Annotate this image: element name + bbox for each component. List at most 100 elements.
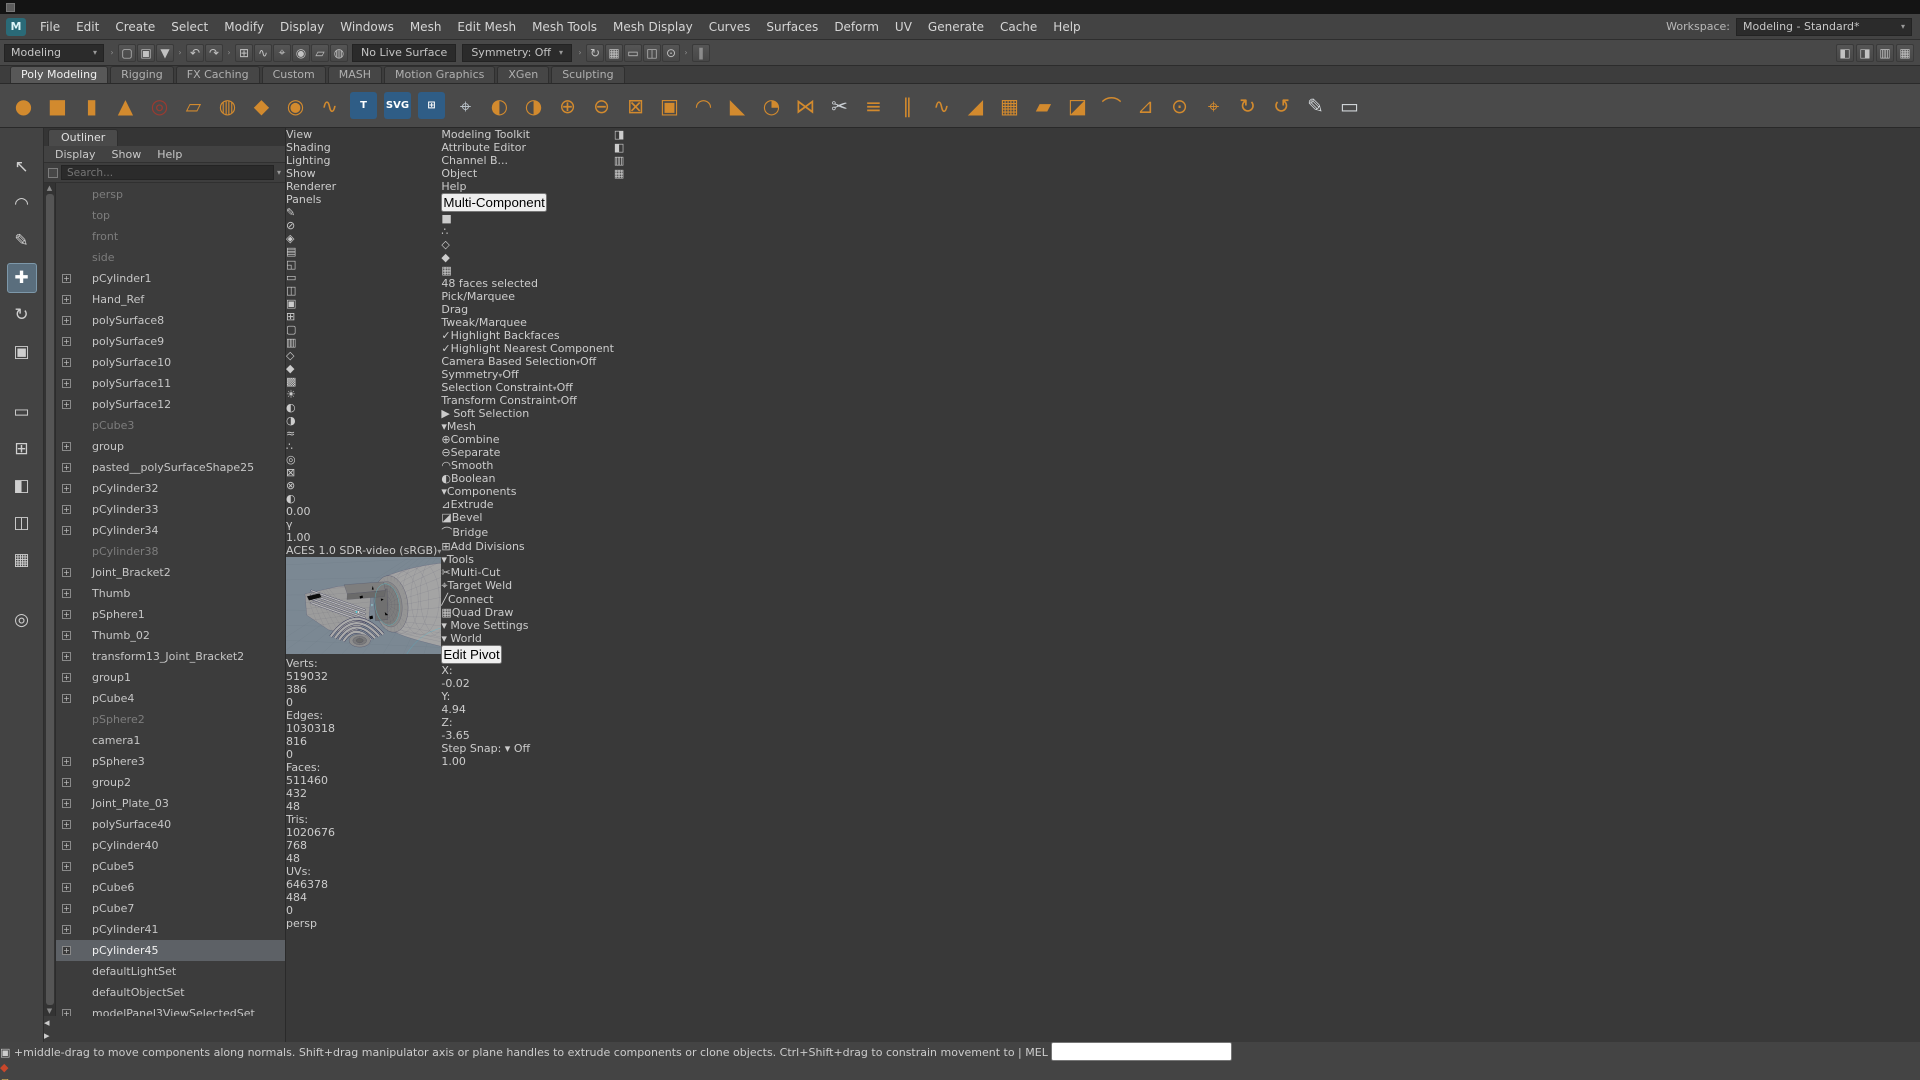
scale-tool-icon[interactable]: ▣: [7, 337, 37, 367]
poly-cube-icon[interactable]: ■: [42, 90, 73, 121]
pause-viewport-icon[interactable]: ∥: [692, 44, 710, 62]
reverse-normals-icon[interactable]: ↺: [1266, 90, 1297, 121]
outliner-item-pcube6[interactable]: +pCube6: [56, 877, 285, 898]
edge-mode-icon[interactable]: ◇: [441, 238, 614, 251]
xray-joints-icon[interactable]: ⊗: [286, 479, 441, 492]
object-mode-icon[interactable]: ■: [441, 212, 614, 225]
outliner-hscrollbar[interactable]: ◂ ▸: [44, 1016, 285, 1042]
shelf-tab-fx-caching[interactable]: FX Caching: [176, 66, 260, 83]
camera-lock-icon[interactable]: ⊘: [286, 219, 441, 232]
axis-value-field[interactable]: 4.94: [441, 703, 614, 716]
viewport-3d-scene[interactable]: Verts:5190323860Edges:10303188160Faces:5…: [286, 557, 441, 930]
outliner-panel-tab[interactable]: Outliner: [48, 129, 118, 146]
bevel-button[interactable]: ◪Bevel: [441, 511, 614, 524]
menu-edit-mesh[interactable]: Edit Mesh: [449, 20, 524, 34]
expand-icon[interactable]: +: [62, 652, 71, 661]
expand-icon[interactable]: +: [62, 946, 71, 955]
render-current-frame-icon[interactable]: ▭: [624, 44, 642, 62]
shelf-tab-mash[interactable]: MASH: [328, 66, 382, 83]
outliner-item-hand-ref[interactable]: +Hand_Ref: [56, 289, 285, 310]
tab-modeling-toolkit[interactable]: Modeling Toolkit: [441, 128, 614, 141]
dropdown-selection-constraint[interactable]: Selection Constraint▾Off: [441, 381, 614, 394]
outliner-item-psphere3[interactable]: +pSphere3: [56, 751, 285, 772]
axis-orientation-select[interactable]: ▾ World: [441, 632, 614, 645]
expand-icon[interactable]: +: [62, 925, 71, 934]
poly-pipe-icon[interactable]: ◉: [280, 90, 311, 121]
expand-icon[interactable]: +: [62, 778, 71, 787]
menu-surfaces[interactable]: Surfaces: [758, 20, 826, 34]
construction-history-icon[interactable]: ↻: [586, 44, 604, 62]
layout-four-pane-icon[interactable]: ⊞: [7, 434, 37, 464]
outliner-item-pcylinder33[interactable]: +pCylinder33: [56, 499, 285, 520]
outliner-item-joint-bracket2[interactable]: +Joint_Bracket2: [56, 562, 285, 583]
add-divisions-button[interactable]: ⊞Add Divisions: [441, 540, 614, 553]
poly-helix-icon[interactable]: ∿: [314, 90, 345, 121]
offset-edge-loop-icon[interactable]: ∥: [892, 90, 923, 121]
viewport-menu-show[interactable]: Show: [286, 167, 441, 180]
menu-generate[interactable]: Generate: [920, 20, 992, 34]
menu-mesh-tools[interactable]: Mesh Tools: [524, 20, 605, 34]
quad-draw-shelf-icon[interactable]: ▦: [994, 90, 1025, 121]
dropdown-camera-based-selection[interactable]: Camera Based Selection▾Off: [441, 355, 614, 368]
xray-icon[interactable]: ⊠: [286, 466, 441, 479]
attribute-editor-panel-icon[interactable]: ◨: [614, 128, 624, 141]
group-separator-icon[interactable]: ›: [576, 43, 584, 63]
combine-shelf-icon[interactable]: ⊕: [552, 90, 583, 121]
outliner-item-transform13-joint-bracket2[interactable]: +transform13_Joint_Bracket2: [56, 646, 285, 667]
viewport-menu-renderer[interactable]: Renderer: [286, 180, 441, 193]
expand-icon[interactable]: +: [62, 1009, 71, 1016]
expand-icon[interactable]: +: [62, 883, 71, 892]
scrollbar-thumb[interactable]: [46, 194, 54, 1005]
bridge-button[interactable]: ⌒Bridge: [441, 524, 614, 540]
outliner-search-input[interactable]: [61, 165, 274, 180]
bridge-shelf-icon[interactable]: ⌒: [1096, 90, 1127, 121]
expand-icon[interactable]: +: [62, 400, 71, 409]
menu-mesh-display[interactable]: Mesh Display: [605, 20, 701, 34]
sweep-mesh-icon[interactable]: ⊞: [418, 92, 445, 119]
lasso-select-tool-icon[interactable]: ◠: [7, 189, 37, 219]
paint-select-tool-icon[interactable]: ✎: [7, 226, 37, 256]
field-chart-icon[interactable]: ⊞: [286, 310, 441, 323]
outliner-item-pcube5[interactable]: +pCube5: [56, 856, 285, 877]
outliner-item-thumb-02[interactable]: +Thumb_02: [56, 625, 285, 646]
exposure-icon[interactable]: ◐: [286, 492, 441, 505]
platonic-solid-icon[interactable]: ◆: [246, 90, 277, 121]
scroll-down-icon[interactable]: ▼: [47, 1007, 52, 1015]
channel-box-toggle-icon[interactable]: ▥: [1876, 44, 1894, 62]
outliner-item-psphere2[interactable]: +pSphere2: [56, 709, 285, 730]
create-polygon-icon[interactable]: ▰: [1028, 90, 1059, 121]
target-weld-shelf-icon[interactable]: ⌖: [1198, 90, 1229, 121]
smooth-button[interactable]: ◠Smooth: [441, 459, 614, 472]
gate-mask-icon[interactable]: ▣: [286, 297, 441, 310]
outliner-item-group1[interactable]: +group1: [56, 667, 285, 688]
maya-logo-icon[interactable]: M: [6, 18, 26, 36]
outliner-item-defaultlightset[interactable]: +defaultLightSet: [56, 961, 285, 982]
section-header-move-settings[interactable]: ▾ Move Settings: [441, 619, 614, 632]
expand-icon[interactable]: +: [62, 589, 71, 598]
group-separator-icon[interactable]: ›: [108, 43, 116, 63]
wireframe-mode-icon[interactable]: ◇: [286, 349, 441, 362]
scroll-left-icon[interactable]: ◂: [44, 1016, 50, 1029]
shelf-tab-motion-graphics[interactable]: Motion Graphics: [384, 66, 495, 83]
viewport-menu-view[interactable]: View: [286, 128, 441, 141]
live-surface-button[interactable]: No Live Surface: [352, 44, 456, 62]
menu-create[interactable]: Create: [107, 20, 163, 34]
mel-label[interactable]: MEL: [1025, 1046, 1048, 1059]
poly-sphere-icon[interactable]: ●: [8, 90, 39, 121]
expand-icon[interactable]: +: [62, 673, 71, 682]
open-scene-icon[interactable]: ▣: [137, 44, 155, 62]
expand-icon[interactable]: +: [62, 841, 71, 850]
svg-tool-icon[interactable]: SVG: [384, 92, 411, 119]
outliner-item-pcylinder45[interactable]: +pCylinder45: [56, 940, 285, 961]
outliner-item-polysurface11[interactable]: +polySurface11: [56, 373, 285, 394]
bookmark-icon[interactable]: ◈: [286, 232, 441, 245]
menu-display[interactable]: Display: [272, 20, 332, 34]
group-separator-icon[interactable]: ›: [176, 43, 184, 63]
chevron-down-icon[interactable]: ▾: [277, 168, 281, 177]
film-gate-icon[interactable]: ▭: [286, 271, 441, 284]
outliner-menu-show[interactable]: Show: [105, 148, 149, 161]
launcher-icon[interactable]: ◆: [0, 1061, 1920, 1074]
render-settings-icon[interactable]: ⊙: [662, 44, 680, 62]
expand-icon[interactable]: +: [62, 904, 71, 913]
expand-icon[interactable]: +: [62, 799, 71, 808]
